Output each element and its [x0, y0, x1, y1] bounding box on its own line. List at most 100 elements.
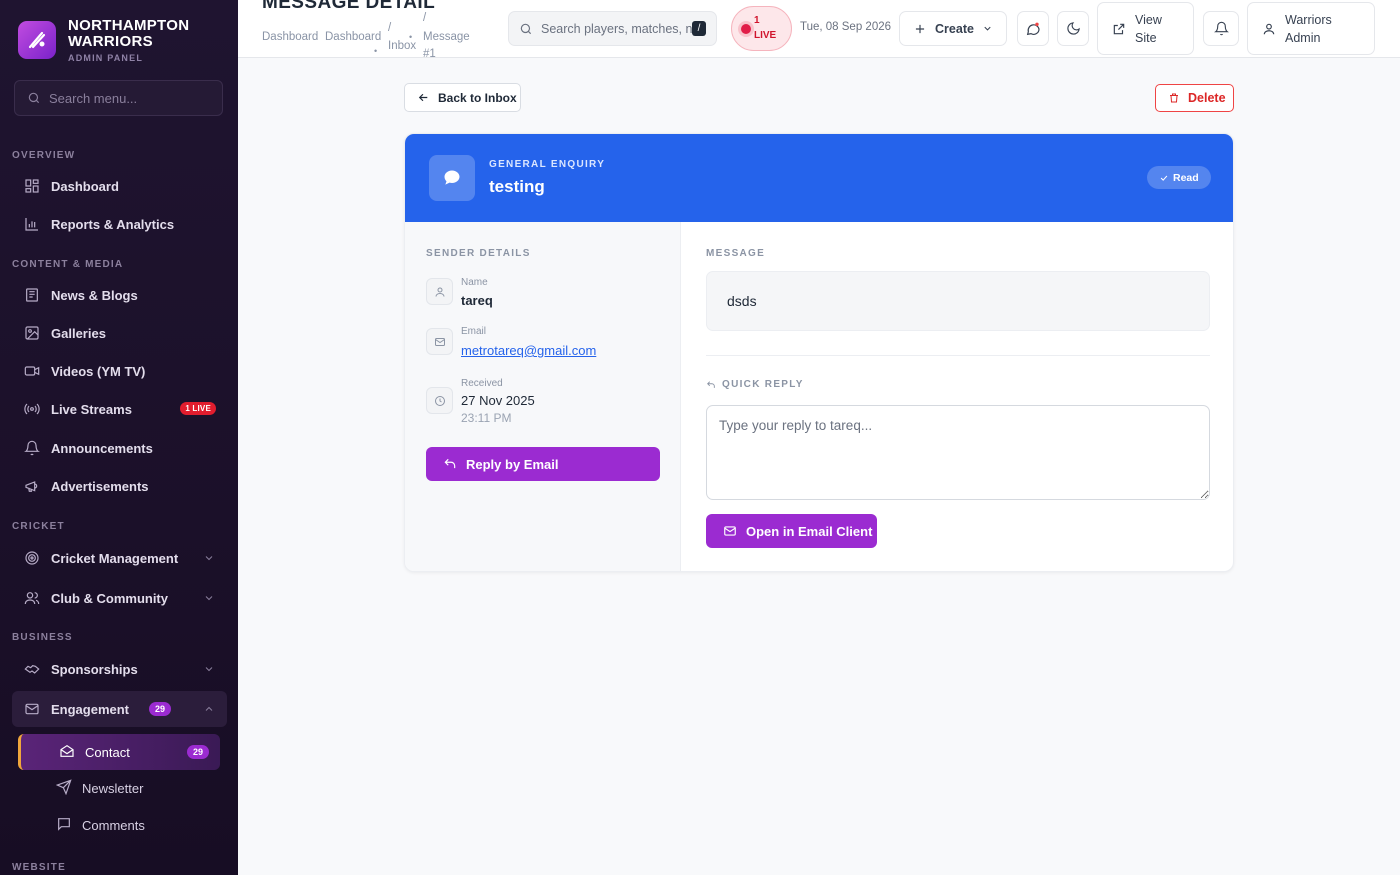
message-heading: MESSAGE: [706, 248, 766, 259]
view-site-label-1: View: [1135, 12, 1162, 27]
global-search-placeholder: Search players, matches, news...: [541, 21, 692, 36]
back-to-inbox-button[interactable]: Back to Inbox: [404, 83, 521, 112]
message-category: GENERAL ENQUIRY: [489, 159, 606, 170]
message-card: GENERAL ENQUIRY testing Read SENDER DETA…: [404, 133, 1234, 572]
sidebar-item-club-community[interactable]: Club & Community: [12, 580, 227, 616]
breadcrumb-dashboard-link[interactable]: Dashboard: [262, 31, 318, 43]
broadcast-icon: [23, 400, 41, 418]
mail-icon: [23, 700, 41, 718]
sidebar-item-news[interactable]: News & Blogs: [12, 277, 227, 313]
sidebar-item-announcements[interactable]: Announcements: [12, 430, 227, 466]
search-shortcut-key: /: [692, 21, 706, 36]
sidebar-item-engagement[interactable]: Engagement 29: [12, 691, 227, 727]
message-panel: MESSAGE dsds QUICK REPLY Open in Email C…: [681, 222, 1233, 571]
brand[interactable]: NORTHAMPTON WARRIORS ADMIN PANEL: [0, 0, 238, 80]
user-icon: [1262, 22, 1276, 36]
sidebar-search-input[interactable]: Search menu...: [14, 80, 223, 116]
reply-by-email-button[interactable]: Reply by Email: [426, 447, 660, 481]
back-to-inbox-label: Back to Inbox: [438, 90, 517, 105]
arrow-left-icon: [417, 91, 430, 104]
sender-details-panel: SENDER DETAILS Name tareq Email metrotar…: [405, 222, 681, 571]
sender-details-heading: SENDER DETAILS: [426, 248, 531, 259]
notifications-button[interactable]: [1203, 11, 1239, 46]
breadcrumb: Dashboard Dashboard / • Inbox / • Messag…: [262, 12, 482, 60]
section-website: WEBSITE: [12, 862, 66, 873]
sidebar-item-label: Videos (YM TV): [51, 363, 146, 379]
open-in-email-client-button[interactable]: Open in Email Client: [706, 514, 877, 548]
topbar: MESSAGE DETAIL Dashboard Dashboard / • I…: [238, 0, 1400, 60]
brand-subtitle: ADMIN PANEL: [68, 52, 144, 63]
sender-email-link[interactable]: metrotareq@gmail.com: [461, 343, 596, 358]
delete-button[interactable]: Delete: [1155, 84, 1234, 112]
create-label: Create: [935, 21, 974, 36]
sidebar-item-cricket-management[interactable]: Cricket Management: [12, 540, 227, 576]
sidebar-item-live-streams[interactable]: Live Streams 1 LIVE: [12, 391, 227, 427]
external-link-icon: [1112, 22, 1126, 36]
search-icon: [27, 91, 41, 105]
live-count: 1: [754, 15, 760, 26]
section-cricket: CRICKET: [12, 521, 65, 532]
image-icon: [23, 324, 41, 342]
sidebar-item-label: Contact: [85, 744, 130, 760]
sidebar-item-label: Dashboard: [51, 178, 119, 194]
sidebar-item-label: Reports & Analytics: [51, 216, 175, 232]
sidebar-item-label: Advertisements: [51, 478, 149, 494]
create-button[interactable]: Create: [899, 11, 1007, 46]
envelope-icon: [723, 524, 737, 538]
handshake-icon: [23, 660, 41, 678]
contact-count-badge: 29: [186, 745, 209, 759]
theme-toggle-button[interactable]: [1057, 11, 1089, 46]
quick-reply-textarea[interactable]: [706, 405, 1210, 500]
open-in-email-client-label: Open in Email Client: [746, 523, 873, 539]
grid-icon: [23, 177, 41, 195]
sidebar: NORTHAMPTON WARRIORS ADMIN PANEL Search …: [0, 0, 238, 875]
plus-icon: [913, 22, 927, 36]
clock-icon: [426, 387, 453, 414]
brand-name-line2: WARRIORS: [68, 32, 153, 50]
message-header: GENERAL ENQUIRY testing Read: [405, 134, 1233, 222]
chevron-down-icon: [203, 592, 215, 604]
sidebar-item-comments[interactable]: Comments: [18, 807, 220, 843]
sidebar-search-placeholder: Search menu...: [49, 90, 138, 106]
user-icon: [426, 278, 453, 305]
breadcrumb-bullet: •: [374, 46, 378, 56]
user-name-line1: Warriors: [1285, 12, 1332, 27]
sidebar-item-newsletter[interactable]: Newsletter: [18, 770, 220, 806]
sidebar-item-videos[interactable]: Videos (YM TV): [12, 353, 227, 389]
sidebar-item-label: News & Blogs: [51, 287, 138, 303]
sidebar-item-contact[interactable]: Contact 29: [18, 734, 220, 770]
breadcrumb-dashboard-link[interactable]: Dashboard: [325, 31, 381, 43]
target-icon: [23, 549, 41, 567]
users-icon: [23, 589, 41, 607]
sidebar-item-label: Newsletter: [82, 780, 144, 796]
sidebar-item-label: Cricket Management: [51, 550, 179, 566]
bar-chart-icon: [23, 215, 41, 233]
sidebar-item-label: Announcements: [51, 440, 153, 456]
sidebar-item-galleries[interactable]: Galleries: [12, 315, 227, 351]
video-icon: [23, 362, 41, 380]
reply-by-email-label: Reply by Email: [466, 456, 559, 472]
user-menu-button[interactable]: Warriors Admin: [1247, 2, 1375, 55]
sidebar-item-sponsorships[interactable]: Sponsorships: [12, 651, 227, 687]
global-search-input[interactable]: Search players, matches, news... /: [508, 11, 717, 46]
view-site-button[interactable]: View Site: [1097, 2, 1194, 55]
bell-icon: [1213, 21, 1229, 36]
live-indicator[interactable]: 1 LIVE: [731, 6, 792, 51]
sidebar-item-label: Engagement: [51, 701, 130, 717]
live-dot-icon: [741, 24, 751, 34]
delete-label: Delete: [1188, 91, 1226, 105]
live-badge: 1 LIVE: [180, 402, 216, 415]
messages-button[interactable]: [1017, 11, 1049, 46]
received-time: 23:11 PM: [461, 411, 512, 425]
message-body: dsds: [706, 271, 1210, 331]
sidebar-item-advertisements[interactable]: Advertisements: [12, 468, 227, 504]
sidebar-item-dashboard[interactable]: Dashboard: [12, 168, 227, 204]
breadcrumb-current: Message: [423, 31, 470, 43]
search-icon: [519, 22, 533, 36]
newspaper-icon: [23, 286, 41, 304]
sidebar-item-reports[interactable]: Reports & Analytics: [12, 206, 227, 242]
section-business: BUSINESS: [12, 632, 73, 643]
section-overview: OVERVIEW: [12, 150, 76, 161]
sender-email-label: Email: [461, 326, 487, 337]
comment-icon: [56, 816, 72, 832]
